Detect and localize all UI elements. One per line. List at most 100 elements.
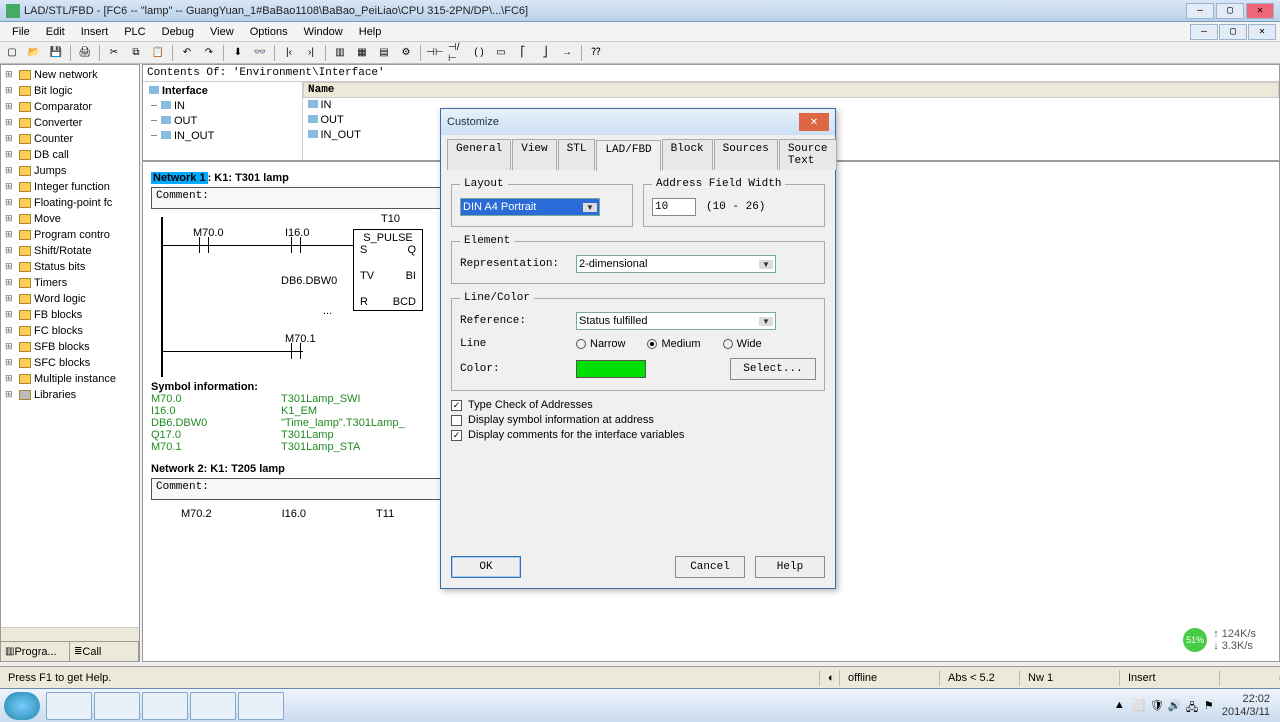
catalog-item[interactable]: Program contro bbox=[3, 227, 137, 243]
tray-icon[interactable]: 🔊 bbox=[1168, 699, 1182, 713]
tab-view[interactable]: View bbox=[512, 139, 556, 170]
catalog-item[interactable]: Floating-point fc bbox=[3, 195, 137, 211]
print-icon[interactable]: 🖨 bbox=[75, 44, 95, 62]
catalog-tree[interactable]: New network Bit logic Comparator Convert… bbox=[1, 65, 139, 627]
tab-general[interactable]: General bbox=[447, 139, 511, 170]
mdi-restore[interactable]: ▢ bbox=[1219, 24, 1247, 40]
catalog-item[interactable]: SFB blocks bbox=[3, 339, 137, 355]
block-icon[interactable]: ▥ bbox=[330, 44, 350, 62]
tray-icon[interactable]: 🖧 bbox=[1186, 699, 1200, 713]
menu-help[interactable]: Help bbox=[351, 24, 390, 40]
task-app1[interactable] bbox=[142, 692, 188, 720]
cut-icon[interactable]: ✂ bbox=[104, 44, 124, 62]
dialog-close-button[interactable]: ✕ bbox=[799, 113, 829, 131]
menu-insert[interactable]: Insert bbox=[73, 24, 117, 40]
catalog-item[interactable]: Counter bbox=[3, 131, 137, 147]
box-icon[interactable]: ▭ bbox=[491, 44, 511, 62]
tray-icon[interactable]: ▲ bbox=[1114, 699, 1128, 713]
close-button[interactable]: ✕ bbox=[1246, 3, 1274, 19]
menu-options[interactable]: Options bbox=[242, 24, 296, 40]
mdi-minimize[interactable]: — bbox=[1190, 24, 1218, 40]
catalog-item[interactable]: Integer function bbox=[3, 179, 137, 195]
catalog-item[interactable]: Bit logic bbox=[3, 83, 137, 99]
tab-program[interactable]: ▥ Progra... bbox=[1, 642, 70, 661]
radio-medium[interactable]: Medium bbox=[647, 338, 700, 350]
check-comments[interactable]: Display comments for the interface varia… bbox=[451, 429, 825, 441]
detail-icon[interactable]: ▤ bbox=[374, 44, 394, 62]
connection-icon[interactable]: → bbox=[557, 44, 577, 62]
representation-combo[interactable]: 2-dimensional▼ bbox=[576, 255, 776, 273]
contact-no-icon[interactable]: ⊣⊢ bbox=[425, 44, 445, 62]
radio-narrow[interactable]: Narrow bbox=[576, 338, 625, 350]
nav-next-icon[interactable]: ›| bbox=[301, 44, 321, 62]
minimize-button[interactable]: — bbox=[1186, 3, 1214, 19]
cancel-button[interactable]: Cancel bbox=[675, 556, 745, 578]
catalog-item[interactable]: Move bbox=[3, 211, 137, 227]
catalog-item[interactable]: Shift/Rotate bbox=[3, 243, 137, 259]
interface-tree[interactable]: Interface IN OUT IN_OUT bbox=[143, 82, 303, 160]
undo-icon[interactable]: ↶ bbox=[177, 44, 197, 62]
catalog-item[interactable]: Multiple instance bbox=[3, 371, 137, 387]
catalog-item[interactable]: SFC blocks bbox=[3, 355, 137, 371]
tab-stl[interactable]: STL bbox=[558, 139, 596, 170]
open-icon[interactable]: 📂 bbox=[24, 44, 44, 62]
catalog-item[interactable]: Converter bbox=[3, 115, 137, 131]
redo-icon[interactable]: ↷ bbox=[199, 44, 219, 62]
maximize-button[interactable]: ▢ bbox=[1216, 3, 1244, 19]
menu-window[interactable]: Window bbox=[296, 24, 351, 40]
catalog-item[interactable]: Word logic bbox=[3, 291, 137, 307]
dialog-titlebar[interactable]: Customize ✕ bbox=[441, 109, 835, 135]
catalog-item[interactable]: FB blocks bbox=[3, 307, 137, 323]
tab-sourcetext[interactable]: Source Text bbox=[779, 139, 837, 170]
catalog-item[interactable]: Status bits bbox=[3, 259, 137, 275]
paste-icon[interactable]: 📋 bbox=[148, 44, 168, 62]
catalog-item[interactable]: FC blocks bbox=[3, 323, 137, 339]
task-app2[interactable] bbox=[190, 692, 236, 720]
branch-open-icon[interactable]: ⎡ bbox=[513, 44, 533, 62]
coil-icon[interactable]: ( ) bbox=[469, 44, 489, 62]
menu-file[interactable]: File bbox=[4, 24, 38, 40]
task-ie[interactable] bbox=[46, 692, 92, 720]
help-button[interactable]: Help bbox=[755, 556, 825, 578]
new-icon[interactable]: ▢ bbox=[2, 44, 22, 62]
catalog-item[interactable]: Jumps bbox=[3, 163, 137, 179]
check-symbolinfo[interactable]: Display symbol information at address bbox=[451, 414, 825, 426]
catalog-item[interactable]: Comparator bbox=[3, 99, 137, 115]
filter-icon[interactable]: ⚙ bbox=[396, 44, 416, 62]
menu-edit[interactable]: Edit bbox=[38, 24, 73, 40]
menu-view[interactable]: View bbox=[202, 24, 242, 40]
branch-close-icon[interactable]: ⎦ bbox=[535, 44, 555, 62]
tab-sources[interactable]: Sources bbox=[714, 139, 778, 170]
menu-plc[interactable]: PLC bbox=[116, 24, 153, 40]
contact-nc-icon[interactable]: ⊣/⊢ bbox=[447, 44, 467, 62]
mdi-close[interactable]: ✕ bbox=[1248, 24, 1276, 40]
layout-combo[interactable]: DIN A4 Portrait▼ bbox=[460, 198, 600, 216]
catalog-item[interactable]: Libraries bbox=[3, 387, 137, 403]
help-icon[interactable]: ⁇ bbox=[586, 44, 606, 62]
catalog-item[interactable]: DB call bbox=[3, 147, 137, 163]
tray-icon[interactable]: ⬜ bbox=[1132, 699, 1146, 713]
menu-debug[interactable]: Debug bbox=[154, 24, 202, 40]
save-icon[interactable]: 💾 bbox=[46, 44, 66, 62]
ok-button[interactable]: OK bbox=[451, 556, 521, 578]
tray-icon[interactable]: 🛡 bbox=[1150, 699, 1164, 713]
task-ie2[interactable] bbox=[94, 692, 140, 720]
tray-icon[interactable]: ⚑ bbox=[1204, 699, 1218, 713]
taskbar-clock[interactable]: 22:02 2014/3/11 bbox=[1222, 693, 1270, 717]
tab-call[interactable]: ≣ Call bbox=[70, 642, 139, 661]
radio-wide[interactable]: Wide bbox=[723, 338, 762, 350]
catalog-item[interactable]: New network bbox=[3, 67, 137, 83]
nav-prev-icon[interactable]: |‹ bbox=[279, 44, 299, 62]
select-color-button[interactable]: Select... bbox=[730, 358, 816, 380]
copy-icon[interactable]: ⧉ bbox=[126, 44, 146, 62]
overview-icon[interactable]: ▦ bbox=[352, 44, 372, 62]
addrwidth-input[interactable]: 10 bbox=[652, 198, 696, 216]
monitor-icon[interactable]: 👓 bbox=[250, 44, 270, 62]
catalog-item[interactable]: Timers bbox=[3, 275, 137, 291]
reference-combo[interactable]: Status fulfilled▼ bbox=[576, 312, 776, 330]
download-icon[interactable]: ⬇ bbox=[228, 44, 248, 62]
start-button[interactable] bbox=[4, 692, 40, 720]
tab-block[interactable]: Block bbox=[662, 139, 713, 170]
tab-ladfbd[interactable]: LAD/FBD bbox=[596, 140, 660, 171]
task-app3[interactable] bbox=[238, 692, 284, 720]
